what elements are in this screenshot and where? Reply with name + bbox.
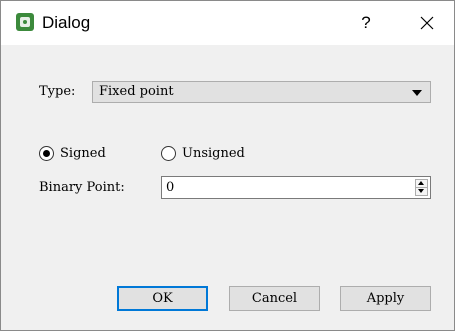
apply-button[interactable]: Apply bbox=[340, 286, 431, 311]
radio-selected-dot bbox=[43, 150, 50, 157]
cancel-button[interactable]: Cancel bbox=[229, 286, 320, 311]
spin-down-button[interactable] bbox=[416, 188, 427, 195]
signed-label[interactable]: Signed bbox=[60, 146, 106, 162]
close-icon bbox=[420, 16, 434, 30]
type-combobox[interactable]: Fixed point bbox=[92, 81, 431, 103]
arrow-down-icon bbox=[418, 189, 424, 193]
dialog-window: Dialog ? Type: Fixed point Signed Unsign… bbox=[0, 0, 455, 331]
help-button[interactable]: ? bbox=[350, 9, 382, 37]
title-bar[interactable]: Dialog ? bbox=[1, 1, 454, 45]
arrow-up-icon bbox=[418, 181, 424, 185]
type-label: Type: bbox=[39, 84, 76, 99]
close-button[interactable] bbox=[411, 9, 443, 37]
spin-up-button[interactable] bbox=[416, 180, 427, 188]
ok-button[interactable]: OK bbox=[117, 286, 208, 311]
binary-point-input[interactable] bbox=[166, 179, 406, 196]
binary-point-spinbox[interactable] bbox=[161, 176, 431, 199]
signed-radio[interactable] bbox=[39, 146, 54, 161]
app-icon bbox=[16, 13, 34, 31]
binary-point-label: Binary Point: bbox=[39, 180, 125, 195]
window-title: Dialog bbox=[42, 13, 91, 32]
chevron-down-icon bbox=[412, 90, 422, 96]
spin-buttons[interactable] bbox=[415, 179, 428, 196]
unsigned-radio[interactable] bbox=[161, 146, 176, 161]
unsigned-label[interactable]: Unsigned bbox=[182, 146, 245, 162]
type-combobox-value: Fixed point bbox=[99, 84, 174, 99]
